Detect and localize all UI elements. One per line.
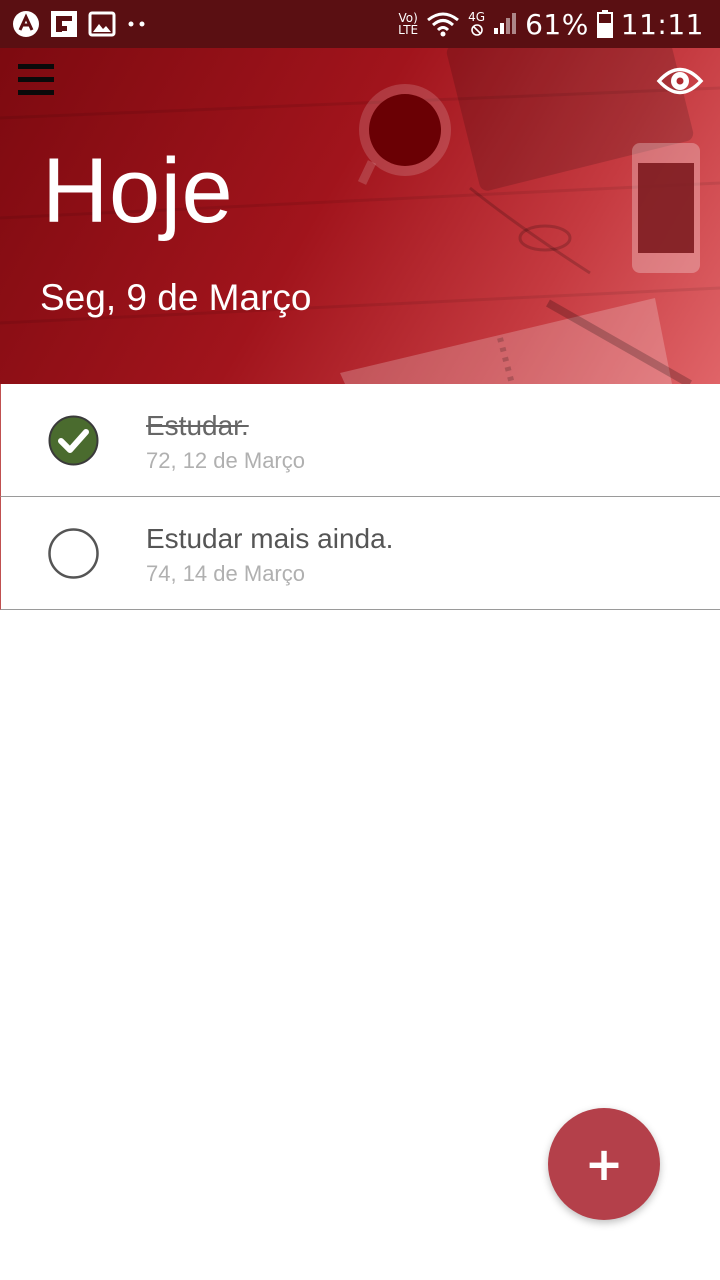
task-list: Estudar. 72, 12 de Março Estudar mais ai… xyxy=(0,384,720,610)
signal-icon xyxy=(493,12,517,36)
eye-icon xyxy=(656,67,704,95)
circle-unchecked-icon xyxy=(48,528,99,579)
check-done-icon xyxy=(48,415,99,466)
battery-icon xyxy=(596,10,613,38)
flipboard-icon xyxy=(50,10,78,38)
header: Hoje Seg, 9 de Março xyxy=(0,48,720,384)
task-meta: 72, 12 de Março xyxy=(146,448,305,473)
task-meta: 74, 14 de Março xyxy=(146,561,305,586)
add-task-button[interactable]: + xyxy=(548,1108,660,1220)
gallery-icon xyxy=(88,11,116,37)
wifi-icon xyxy=(426,10,460,38)
more-dots-icon xyxy=(126,19,148,29)
plus-icon: + xyxy=(584,1137,624,1191)
page-title: Hoje xyxy=(42,140,234,242)
task-checkbox[interactable] xyxy=(48,528,99,579)
status-bar: Vo) LTE 4G 61% 11:11 xyxy=(0,0,720,48)
task-title: Estudar mais ainda. xyxy=(146,523,394,554)
status-bar-notifications xyxy=(12,8,148,40)
network-type-icon: 4G xyxy=(468,11,485,37)
battery-percent: 61% xyxy=(525,7,589,41)
status-bar-system: Vo) LTE 4G 61% 11:11 xyxy=(398,0,704,48)
menu-button[interactable] xyxy=(18,64,56,96)
clock: 11:11 xyxy=(620,7,704,41)
current-date: Seg, 9 de Março xyxy=(40,277,312,318)
app-a-icon xyxy=(12,10,40,38)
hamburger-menu-icon xyxy=(18,64,54,69)
volte-icon: Vo) LTE xyxy=(398,11,419,37)
hamburger-line xyxy=(18,77,54,82)
visibility-toggle-button[interactable] xyxy=(656,64,704,98)
hamburger-line xyxy=(18,90,54,95)
task-title: Estudar. xyxy=(146,410,249,441)
task-item[interactable]: Estudar. 72, 12 de Março xyxy=(0,384,720,497)
task-item[interactable]: Estudar mais ainda. 74, 14 de Março xyxy=(0,497,720,610)
task-checkbox[interactable] xyxy=(48,415,99,466)
